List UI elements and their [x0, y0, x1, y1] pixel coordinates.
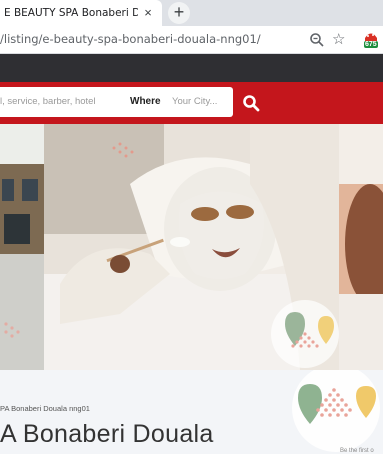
- gallery-photos: [0, 124, 383, 370]
- page-title: A Bonaberi Douala: [0, 420, 214, 448]
- star-icon[interactable]: ☆: [332, 30, 345, 48]
- promo-text: Be the first o: [340, 448, 374, 454]
- search-icon[interactable]: [242, 94, 260, 112]
- search-input[interactable]: l, service, barber, hotel: [0, 96, 96, 107]
- breadcrumb: PA Bonaberi Douala nng01: [0, 404, 90, 413]
- listing-image-gallery[interactable]: [0, 124, 383, 370]
- address-bar: /listing/e-beauty-spa-bonaberi-douala-nn…: [0, 26, 383, 54]
- zoom-icon[interactable]: [309, 32, 325, 48]
- tab-title: E BEAUTY SPA Bonaberi Douala: [4, 7, 138, 19]
- browser-tab[interactable]: E BEAUTY SPA Bonaberi Douala ×: [0, 0, 162, 26]
- map-marker-decoration-icon: [292, 370, 380, 452]
- where-label: Where: [130, 96, 161, 107]
- extension-badge: 675: [364, 41, 378, 48]
- new-tab-button[interactable]: +: [168, 2, 190, 24]
- site-top-bar: [0, 54, 383, 82]
- search-header: l, service, barber, hotel Where Your Cit…: [0, 82, 383, 124]
- search-box: l, service, barber, hotel Where Your Cit…: [0, 87, 233, 117]
- url-field[interactable]: /listing/e-beauty-spa-bonaberi-douala-nn…: [0, 32, 261, 46]
- browser-tab-strip: E BEAUTY SPA Bonaberi Douala × +: [0, 0, 383, 26]
- listing-info: PA Bonaberi Douala nng01 A Bonaberi Doua…: [0, 370, 383, 454]
- tab-close-icon[interactable]: ×: [140, 5, 156, 21]
- city-input[interactable]: Your City...: [172, 96, 217, 107]
